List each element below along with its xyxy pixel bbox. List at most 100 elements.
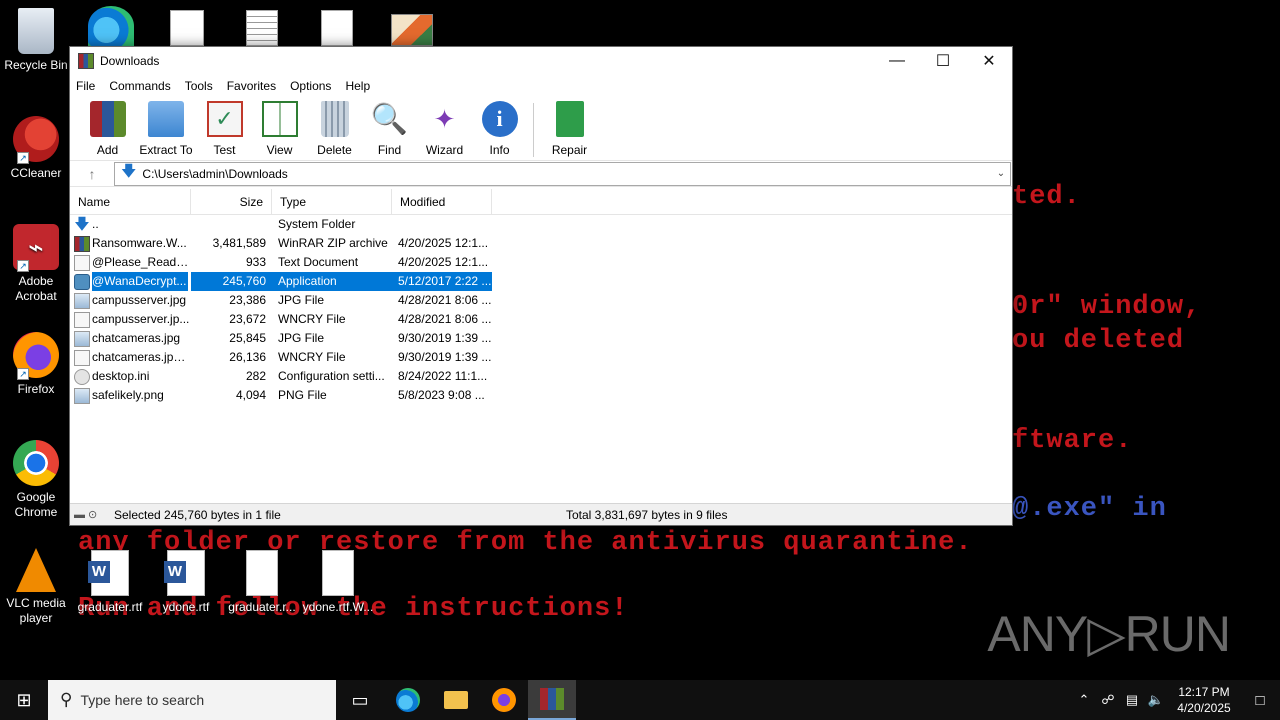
menu-options[interactable]: Options	[290, 79, 339, 93]
view-button[interactable]: View	[252, 101, 307, 157]
test-clipboard-icon: ✓	[206, 101, 243, 137]
file-type: JPG File	[278, 331, 325, 345]
file-row[interactable]: chatcameras.jpg... 26,136 WNCRY File 9/30/2…	[70, 348, 1012, 367]
test-button[interactable]: ✓ Test	[197, 101, 252, 157]
desktop-icon-ydone-wncry[interactable]: ydone.rtf.W...	[302, 550, 374, 615]
blank-file-icon	[322, 550, 354, 596]
desktop-icon-graduater-wncry[interactable]: graduater.r...	[226, 550, 298, 615]
up-arrow-icon[interactable]: ↑	[70, 166, 114, 182]
wizard-button[interactable]: ✦ Wizard	[417, 101, 472, 158]
volume-icon[interactable]: 🔈	[1144, 692, 1168, 708]
file-type: PNG File	[278, 388, 327, 402]
info-button[interactable]: i Info	[472, 101, 527, 157]
file-name-cell: 🡇..	[70, 215, 191, 234]
file-row[interactable]: safelikely.png 4,094 PNG File 5/8/2023 9:08…	[70, 386, 1012, 405]
windows-start-icon[interactable]: ⊞	[0, 680, 48, 720]
address-field[interactable]: 🡇 C:\Users\admin\Downloads ⌄	[114, 161, 1011, 186]
desktop-icon-graduater-rtf[interactable]: W graduater.rtf	[74, 550, 146, 615]
file-type-icon	[74, 311, 90, 328]
extract-to-button[interactable]: Extract To	[135, 101, 197, 157]
file-row[interactable]: 🡇.. System Folder	[70, 215, 1012, 234]
column-size[interactable]: Size	[191, 188, 272, 215]
clock-time: 12:17 PM	[1178, 685, 1230, 699]
desktop-icon-firefox[interactable]: ↗ Firefox	[0, 332, 72, 397]
edge-desktop-icon[interactable]	[88, 6, 134, 46]
file-modified: 5/12/2017 2:22 ...	[392, 272, 492, 291]
search-box[interactable]: ⚲ Type here to search	[48, 680, 336, 720]
chevron-down-icon[interactable]: ⌄	[992, 168, 1010, 179]
column-name[interactable]: Name	[70, 188, 191, 215]
menu-file[interactable]: File	[76, 79, 103, 93]
file-size: 933	[245, 255, 266, 269]
repair-button[interactable]: Repair	[542, 101, 597, 157]
maximize-button[interactable]: ☐	[920, 47, 966, 75]
file-row[interactable]: @WanaDecrypt... 245,760 Application 5/12/20…	[70, 272, 1012, 291]
file-size: 3,481,589	[212, 236, 266, 250]
image-file-icon[interactable]	[170, 10, 204, 46]
network-icon[interactable]: ▤	[1120, 692, 1144, 708]
title-bar[interactable]: Downloads — ☐ ✕	[70, 47, 1012, 75]
add-button[interactable]: Add	[80, 101, 135, 157]
minimize-button[interactable]: —	[874, 47, 920, 75]
file-modified: 9/30/2019 1:39 ...	[398, 350, 492, 364]
recycle-bin-icon	[18, 8, 54, 54]
file-type: WNCRY File	[278, 312, 346, 326]
close-button[interactable]: ✕	[966, 47, 1012, 75]
desktop-icon-acrobat[interactable]: ⌁ ↗ Adobe Acrobat	[0, 224, 72, 304]
desktop-icon-chrome[interactable]: Google Chrome	[0, 440, 72, 520]
picture-file-icon[interactable]	[391, 14, 433, 46]
window-title: Downloads	[100, 54, 160, 68]
file-list-header: Name Size Type Modified	[70, 188, 1012, 215]
edge-taskbar-icon[interactable]	[384, 680, 432, 720]
file-row[interactable]: Ransomware.W... 3,481,589 WinRAR ZIP archi…	[70, 234, 1012, 253]
device-icon[interactable]: ☍	[1096, 692, 1120, 708]
firefox-taskbar-icon[interactable]	[480, 680, 528, 720]
delete-button[interactable]: Delete	[307, 101, 362, 157]
file-type: Application	[272, 272, 392, 291]
notification-icon[interactable]: □	[1240, 692, 1280, 709]
file-size: 4,094	[235, 388, 266, 402]
file-row[interactable]: desktop.ini 282 Configuration setti... 8/24…	[70, 367, 1012, 386]
file-name-cell: campusserver.jpg	[70, 291, 191, 310]
file-type-icon	[74, 254, 90, 271]
file-list[interactable]: Name Size Type Modified 🡇.. System Folder…	[70, 188, 1012, 501]
desktop-icon-label: ydone.rtf.W...	[302, 600, 374, 614]
toolbar-label: Find	[377, 143, 402, 157]
file-row[interactable]: chatcameras.jpg 25,845 JPG File 9/30/2019 1…	[70, 329, 1012, 348]
toolbar-label: Delete	[317, 143, 352, 157]
file-name-cell: desktop.ini	[70, 367, 191, 386]
file-size: 23,672	[229, 312, 266, 326]
blank-file-icon[interactable]	[321, 10, 353, 46]
task-view-icon[interactable]: ▭	[336, 680, 384, 720]
file-name: desktop.ini	[92, 369, 150, 383]
acrobat-icon: ⌁ ↗	[13, 224, 59, 272]
menu-commands[interactable]: Commands	[109, 79, 178, 93]
find-button[interactable]: 🔍 Find	[362, 101, 417, 158]
menu-help[interactable]: Help	[345, 79, 378, 93]
file-type-icon	[74, 235, 90, 252]
chevron-up-icon[interactable]: ⌃	[1072, 692, 1096, 708]
desktop-icon-recycle-bin[interactable]: Recycle Bin	[0, 8, 72, 73]
desktop-icon-ydone-rtf[interactable]: W ydone.rtf	[150, 550, 222, 615]
winrar-taskbar-icon[interactable]	[528, 680, 576, 720]
file-row[interactable]: @Please_Read_... 933 Text Document 4/20/202…	[70, 253, 1012, 272]
file-row[interactable]: campusserver.jpg 23,386 JPG File 4/28/2021 …	[70, 291, 1012, 310]
column-type[interactable]: Type	[272, 188, 392, 215]
text-file-icon[interactable]	[246, 10, 278, 46]
ransom-text-line: ftware.	[1012, 426, 1133, 456]
menu-tools[interactable]: Tools	[185, 79, 221, 93]
desktop-icon-vlc[interactable]: VLC media player	[0, 548, 72, 626]
column-modified[interactable]: Modified	[392, 188, 492, 215]
file-row[interactable]: campusserver.jp... 23,672 WNCRY File 4/28/2…	[70, 310, 1012, 329]
file-explorer-icon[interactable]	[432, 680, 480, 720]
add-archive-icon	[89, 101, 126, 137]
desktop-icon-label: CCleaner	[10, 166, 62, 180]
clock[interactable]: 12:17 PM 4/20/2025	[1168, 684, 1240, 716]
file-name: @Please_Read_...	[92, 255, 190, 269]
winrar-window[interactable]: Downloads — ☐ ✕ File Commands Tools Favo…	[69, 46, 1013, 526]
ransom-text-line: @.exe" in	[1012, 494, 1167, 524]
desktop-icon-ccleaner[interactable]: ↗ CCleaner	[0, 116, 72, 181]
magnifier-icon: 🔍	[370, 102, 409, 136]
file-modified: 5/8/2023 9:08 ...	[398, 388, 485, 402]
menu-favorites[interactable]: Favorites	[227, 79, 284, 93]
